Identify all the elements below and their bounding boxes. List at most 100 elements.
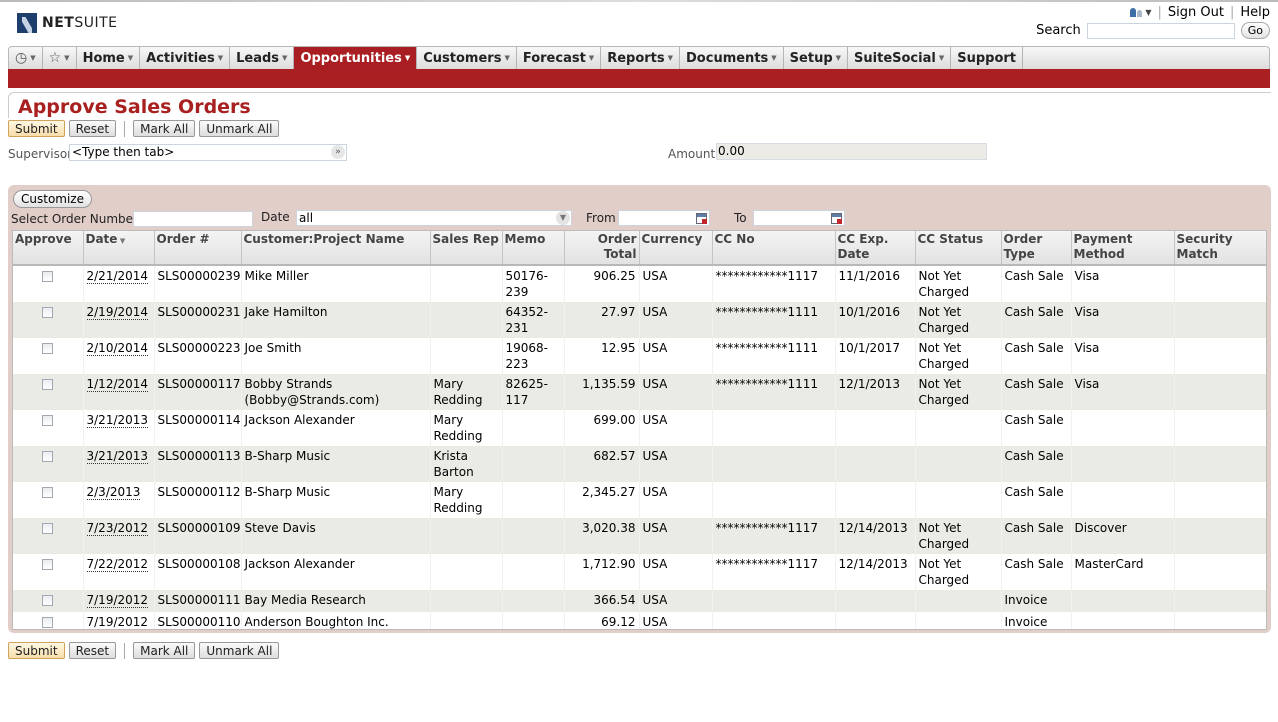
cell-total: 69.12	[564, 612, 640, 629]
cell-currency: USA	[639, 518, 713, 554]
column-header-label: Sales Rep	[432, 232, 499, 246]
cell-currency: USA	[639, 302, 713, 338]
column-header-currency[interactable]: Currency	[639, 231, 713, 266]
unmark-all-button-bottom[interactable]: Unmark All	[199, 642, 280, 659]
order-date-link[interactable]: 1/12/2014	[86, 377, 149, 392]
cell-customer: B-Sharp Music	[241, 446, 431, 482]
unmark-all-button[interactable]: Unmark All	[199, 120, 280, 137]
approve-checkbox[interactable]	[42, 379, 54, 390]
cell-security	[1174, 612, 1266, 629]
sort-descending-icon: ▼	[117, 237, 126, 245]
order-date-link[interactable]: 2/21/2014	[86, 269, 149, 284]
column-header-security-match[interactable]: Security Match	[1174, 231, 1266, 266]
nav-recent-menu[interactable]: ◷ ▼	[9, 47, 43, 69]
column-header-approve[interactable]: Approve	[13, 231, 84, 266]
total-value: 699.00	[593, 413, 636, 427]
nav-tab-label: Opportunities	[300, 50, 402, 66]
approve-checkbox[interactable]	[42, 617, 54, 628]
nav-tab-setup[interactable]: Setup ▼	[784, 47, 849, 69]
nav-tab-reports[interactable]: Reports ▼	[601, 47, 681, 69]
approve-checkbox[interactable]	[42, 487, 54, 498]
go-button[interactable]: Go	[1240, 22, 1270, 39]
date-filter-select[interactable]: all ▼	[296, 210, 572, 226]
cell-currency: USA	[639, 410, 713, 446]
nav-tab-suitesocial[interactable]: SuiteSocial ▼	[848, 47, 952, 69]
order-date-link[interactable]: 7/19/2012	[86, 593, 149, 608]
help-link[interactable]: Help	[1240, 5, 1270, 20]
order-date-link[interactable]: 7/19/2012	[86, 615, 149, 629]
submit-button[interactable]: Submit	[8, 120, 65, 137]
nav-star-menu[interactable]: ☆ ▼	[43, 47, 77, 69]
column-header-order[interactable]: Order #	[154, 231, 242, 266]
chevron-down-icon: ▼	[127, 54, 134, 62]
nav-tab-activities[interactable]: Activities ▼	[140, 47, 231, 69]
approve-checkbox[interactable]	[42, 523, 54, 534]
netsuite-logo[interactable]: NETSUITE	[17, 13, 118, 33]
column-header-customer-project-name[interactable]: Customer:Project Name	[241, 231, 431, 266]
nav-tab-forecast[interactable]: Forecast ▼	[517, 47, 602, 69]
column-header-order-total[interactable]: Order Total	[564, 231, 640, 266]
cell-order: SLS00000231	[154, 302, 242, 338]
to-date-input[interactable]	[753, 210, 845, 226]
cell-memo	[502, 590, 565, 612]
column-header-memo[interactable]: Memo	[502, 231, 565, 266]
column-header-date[interactable]: Date ▼	[83, 231, 155, 266]
nav-tab-customers[interactable]: Customers ▼	[417, 47, 517, 69]
cell-cc-no: ************1117	[712, 518, 836, 554]
nav-tab-leads[interactable]: Leads ▼	[230, 47, 295, 69]
cell-memo	[502, 518, 565, 554]
column-header-sales-rep[interactable]: Sales Rep	[430, 231, 503, 266]
column-header-payment-method[interactable]: Payment Method	[1071, 231, 1175, 266]
mark-all-button-bottom[interactable]: Mark All	[133, 642, 196, 659]
currency-value: USA	[642, 377, 668, 391]
memo-value: 50176-239	[505, 269, 549, 299]
column-header-cc-status[interactable]: CC Status	[915, 231, 1002, 266]
cell-security	[1174, 482, 1266, 518]
dropdown-arrow-icon[interactable]: ▼	[556, 211, 570, 225]
table-row: 3/21/2013 SLS00000113 B-Sharp Music Krista …	[13, 446, 1266, 482]
cell-cc-status: Not Yet Charged	[915, 374, 1002, 410]
approve-checkbox[interactable]	[42, 343, 54, 354]
nav-tab-documents[interactable]: Documents ▼	[680, 47, 784, 69]
roles-menu[interactable]: ▼	[1130, 8, 1152, 17]
nav-tab-opportunities[interactable]: Opportunities ▼	[294, 47, 418, 69]
reset-button-bottom[interactable]: Reset	[68, 642, 117, 659]
search-input[interactable]	[1086, 22, 1235, 39]
memo-value: 64352-231	[505, 305, 549, 335]
approve-checkbox[interactable]	[42, 559, 54, 570]
from-date-input[interactable]	[618, 210, 710, 226]
supervisor-input[interactable]: <Type then tab> »	[69, 144, 347, 161]
column-header-cc-no[interactable]: CC No	[712, 231, 836, 266]
order-date-link[interactable]: 3/21/2013	[86, 413, 149, 428]
approve-checkbox[interactable]	[42, 415, 54, 426]
approve-checkbox[interactable]	[42, 595, 54, 606]
order-date-link[interactable]: 7/22/2012	[86, 557, 149, 572]
order-number-input[interactable]	[133, 211, 253, 227]
calendar-icon[interactable]	[831, 213, 842, 224]
cell-currency: USA	[639, 612, 713, 629]
column-header-cc-exp-date[interactable]: CC Exp. Date	[835, 231, 916, 266]
sign-out-link[interactable]: Sign Out	[1168, 5, 1224, 20]
payment-value: Visa	[1074, 377, 1100, 391]
double-chevron-right-icon[interactable]: »	[331, 145, 345, 159]
order-date-link[interactable]: 7/23/2012	[86, 521, 149, 536]
cell-cc-exp: 11/1/2016	[835, 265, 916, 302]
column-header-order-type[interactable]: Order Type	[1001, 231, 1072, 266]
order-date-link[interactable]: 3/21/2013	[86, 449, 149, 464]
nav-tab-home[interactable]: Home ▼	[77, 47, 141, 69]
nav-tab-support[interactable]: Support	[951, 47, 1024, 69]
submit-button-bottom[interactable]: Submit	[8, 642, 65, 659]
customize-button[interactable]: Customize	[13, 190, 92, 208]
approve-checkbox[interactable]	[42, 307, 54, 318]
order-date-link[interactable]: 2/10/2014	[86, 341, 149, 356]
cell-cc-exp: 12/14/2013	[835, 518, 916, 554]
calendar-icon[interactable]	[696, 213, 707, 224]
cell-date: 3/21/2013	[83, 446, 155, 482]
order-date-link[interactable]: 2/19/2014	[86, 305, 149, 320]
approve-checkbox[interactable]	[42, 451, 54, 462]
approve-checkbox[interactable]	[42, 271, 54, 282]
table-row: 7/19/2012 SLS00000110 Anderson Boughton In…	[13, 612, 1266, 629]
reset-button[interactable]: Reset	[68, 120, 117, 137]
mark-all-button[interactable]: Mark All	[133, 120, 196, 137]
order-date-link[interactable]: 2/3/2013	[86, 485, 141, 500]
